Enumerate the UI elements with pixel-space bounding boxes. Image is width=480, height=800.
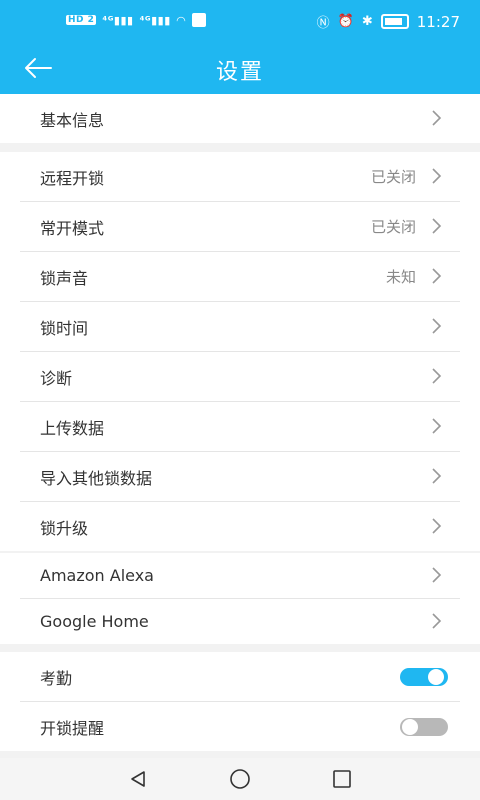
- row-label: 导入其他锁数据: [40, 468, 153, 488]
- row-lock-time[interactable]: 锁时间: [20, 302, 460, 352]
- row-label: 锁升级: [40, 518, 89, 538]
- chevron-right-icon: [432, 418, 442, 434]
- row-lock-upgrade[interactable]: 锁升级: [20, 502, 460, 551]
- chevron-right-icon: [432, 518, 442, 534]
- toggle-knob: [428, 668, 444, 685]
- row-value: 已关闭: [370, 168, 416, 186]
- row-label: 锁声音: [40, 268, 89, 288]
- chevron-right-icon: [432, 468, 442, 484]
- row-diagnose[interactable]: 诊断: [20, 352, 460, 402]
- chevron-right-icon: [432, 567, 442, 583]
- battery-icon: [380, 14, 409, 29]
- row-unlock-reminder: 开锁提醒: [20, 702, 460, 751]
- chevron-right-icon: [432, 168, 442, 184]
- row-label: 考勤: [40, 668, 73, 688]
- group-toggles: 考勤 开锁提醒: [0, 652, 480, 751]
- status-left: HD 2 ⁴ᴳ▮▮▮ ⁴ᴳ▮▮▮ ◠: [66, 13, 206, 27]
- bluetooth-icon: ✱: [361, 14, 373, 29]
- row-lock-sound[interactable]: 锁声音 未知: [20, 252, 460, 302]
- toggle-knob: [402, 718, 418, 735]
- system-nav-bar: [0, 758, 480, 800]
- group-basic: 基本信息: [0, 94, 480, 143]
- attendance-toggle[interactable]: [400, 667, 448, 686]
- chevron-right-icon: [432, 110, 442, 126]
- unlock-reminder-toggle[interactable]: [400, 717, 448, 736]
- row-basic-info[interactable]: 基本信息: [20, 94, 460, 143]
- page-title: 设置: [215, 60, 264, 85]
- row-label: 上传数据: [40, 418, 105, 438]
- hd-icon: HD 2: [66, 15, 97, 25]
- row-value: 已关闭: [370, 218, 416, 236]
- back-triangle-icon: [131, 771, 145, 787]
- row-label: 诊断: [40, 368, 73, 388]
- app-icon: [191, 13, 206, 27]
- row-attendance: 考勤: [20, 652, 460, 702]
- row-label: 开锁提醒: [40, 718, 105, 738]
- group-lock: 远程开锁 已关闭 常开模式 已关闭 锁声音 未知 锁时间 诊断 上传数据 导入其…: [0, 152, 480, 551]
- chevron-right-icon: [432, 268, 442, 284]
- row-import-data[interactable]: 导入其他锁数据: [20, 452, 460, 502]
- home-circle-icon: [230, 769, 250, 789]
- chevron-right-icon: [432, 318, 442, 334]
- row-value: 未知: [385, 268, 416, 286]
- row-label: Google Home: [40, 612, 149, 631]
- nav-recents-button[interactable]: [329, 766, 355, 792]
- nav-home-button[interactable]: [227, 766, 253, 792]
- signal-icon: ⁴ᴳ▮▮▮: [102, 13, 134, 27]
- app-bar: 设置: [0, 44, 480, 94]
- nfc-icon: Ⓝ: [316, 16, 330, 31]
- row-label: 远程开锁: [40, 168, 105, 188]
- row-remote-unlock[interactable]: 远程开锁 已关闭: [20, 152, 460, 202]
- row-google-home[interactable]: Google Home: [20, 599, 460, 644]
- chevron-right-icon: [432, 613, 442, 629]
- wifi-icon: ◠: [176, 13, 186, 27]
- row-label: 常开模式: [40, 218, 105, 238]
- row-label: Amazon Alexa: [40, 566, 154, 585]
- row-label: 基本信息: [40, 110, 105, 130]
- row-always-open[interactable]: 常开模式 已关闭: [20, 202, 460, 252]
- chevron-right-icon: [432, 368, 442, 384]
- group-voice: Amazon Alexa Google Home: [0, 553, 480, 644]
- row-upload-data[interactable]: 上传数据: [20, 402, 460, 452]
- alarm-icon: ⏰: [337, 14, 354, 29]
- status-bar: HD 2 ⁴ᴳ▮▮▮ ⁴ᴳ▮▮▮ ◠ Ⓝ ⏰ ✱ 11:27: [0, 0, 480, 44]
- status-time: 11:27: [416, 12, 460, 31]
- nav-back-button[interactable]: [125, 766, 151, 792]
- row-amazon-alexa[interactable]: Amazon Alexa: [20, 553, 460, 599]
- recents-square-icon: [333, 770, 351, 788]
- signal-icon-2: ⁴ᴳ▮▮▮: [139, 13, 171, 27]
- chevron-right-icon: [432, 218, 442, 234]
- status-right: Ⓝ ⏰ ✱ 11:27: [316, 12, 460, 32]
- row-label: 锁时间: [40, 318, 89, 338]
